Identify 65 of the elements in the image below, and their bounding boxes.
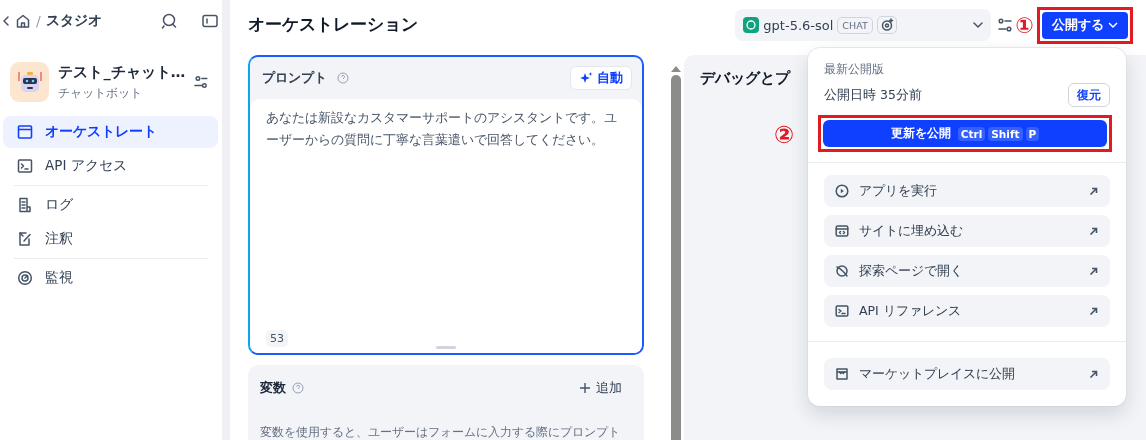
sparkle-icon [579,71,593,85]
menu-item[interactable]: 探索ページで開く [824,255,1110,287]
add-variable-button[interactable]: 追加 [570,379,632,397]
terminal-icon [835,304,849,318]
plus-icon [580,383,590,393]
auto-button[interactable]: 自動 [570,66,632,90]
sidebar-toggle-icon[interactable] [202,14,218,28]
model-name: gpt-5.6-sol [763,17,834,33]
model-logo-icon [743,17,760,33]
annotation-number: ② [774,121,795,149]
prompt-text[interactable]: あなたは新設なカスタマーサポートのアシスタントです。ユーザーからの質問に丁寧な言葉遣いで回答してください。 [266,107,628,330]
sidebar-item[interactable]: ログ [3,189,218,221]
scrollbar-thumb[interactable] [671,75,681,440]
char-count: 53 [266,330,288,347]
help-icon [292,382,304,394]
gauge-icon [17,270,33,286]
prompt-title: プロンプト [262,69,327,87]
sidebar-item[interactable]: 監視 [3,262,218,294]
breadcrumb-current[interactable]: スタジオ [45,12,102,30]
model-badge: CHAT [837,16,873,34]
play-icon [835,184,849,198]
shortcut-key: Shift [988,126,1023,141]
log-icon [17,197,33,213]
chat-search-icon[interactable] [160,12,178,30]
menu-item[interactable]: アプリを実行 [824,175,1110,207]
sidebar-item[interactable]: 注釈 [3,223,218,255]
terminal-icon [17,158,33,174]
shortcut-key: Ctrl [957,126,986,141]
model-selector[interactable]: gpt-5.6-sol CHAT [735,9,992,41]
chevron-icon [1108,22,1118,28]
model-settings-icon[interactable] [997,17,1014,33]
menu-item[interactable]: API リファレンス [824,295,1110,327]
orchestrate-icon [17,124,33,140]
embed-icon [835,224,849,238]
menu-item[interactable]: マーケットプレイスに公開 [824,358,1110,390]
external-arrow-icon [1089,186,1098,196]
sidebar-item[interactable]: オーケストレート [3,116,218,148]
variables-description: 変数を使用すると、ユーザーはフォームに入力する際にプロンプト [260,425,621,440]
help-icon [337,72,349,84]
external-arrow-icon [1089,226,1098,236]
published-time: 公開日時 35分前 [824,86,922,104]
home-icon[interactable] [15,13,31,29]
back-chevron-icon[interactable] [2,15,10,27]
storefront-icon [835,367,849,381]
page-title: オーケストレーション [248,14,419,36]
variables-title: 変数 [260,379,286,397]
scroll-up-arrow-icon[interactable] [671,65,681,72]
shortcut-key: P [1025,126,1040,141]
sidebar-item[interactable]: API アクセス [3,150,218,182]
annotation-icon [17,231,33,247]
app-name: テスト_チャット… [58,62,186,82]
chevron-down-icon [973,22,984,28]
restore-button[interactable]: 復元 [1068,83,1110,107]
menu-item[interactable]: サイトに埋め込む [824,215,1110,247]
resize-handle[interactable] [436,346,456,349]
external-arrow-icon [1089,306,1098,316]
publish-button[interactable]: 公開する [1042,11,1128,39]
annotation-number: ① [1015,12,1034,38]
external-arrow-icon [1089,369,1098,379]
external-arrow-icon [1089,266,1098,276]
menu-heading: 最新公開版 [824,62,885,77]
breadcrumb-separator: / [36,13,41,29]
app-type: チャットボット [58,84,144,102]
publish-update-button[interactable]: 更新を公開 Ctrl Shift P [823,120,1107,147]
sliders-icon[interactable] [194,75,208,89]
